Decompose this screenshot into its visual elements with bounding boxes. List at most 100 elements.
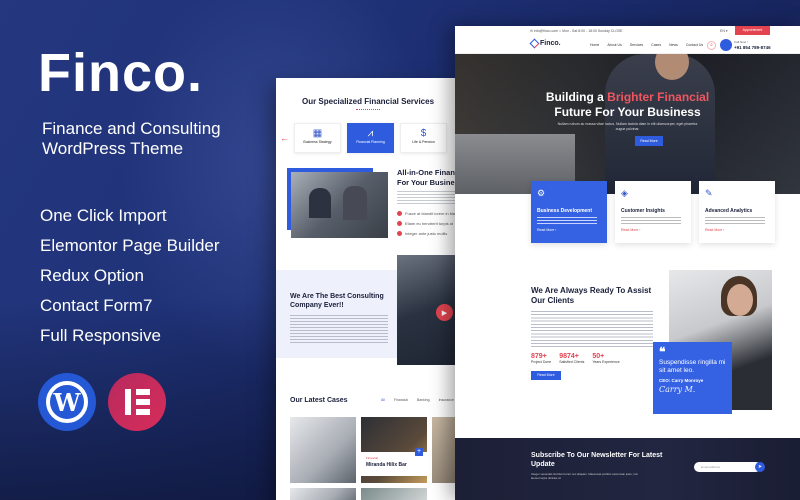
about-section: All-in-One Finan For Your Busines Fusce a… — [276, 163, 460, 258]
feature-item: Elemontor Page Builder — [40, 236, 220, 255]
nav-services[interactable]: Services — [630, 43, 643, 47]
newsletter-section: Subscribe To Our Newsletter For Latest U… — [455, 438, 800, 500]
check-icon — [397, 211, 402, 216]
site-logo[interactable]: Finco. — [529, 38, 561, 49]
stat-item: 50+ Years Experience — [592, 353, 620, 364]
services-title: Our Specialized Financial Services — [301, 97, 435, 106]
email-input[interactable]: Email address — [694, 462, 761, 472]
case-title: Miranda Hilix Bar — [366, 462, 407, 468]
elementor-icon — [108, 373, 166, 431]
wordpress-icon: W — [38, 373, 96, 431]
brand-title: Finco. — [38, 43, 203, 103]
nav-cases[interactable]: Cases — [651, 43, 661, 47]
strategy-icon: ▦ — [312, 128, 323, 139]
document-edit-icon: ✎ — [705, 188, 713, 198]
tab-all[interactable]: All — [381, 398, 385, 402]
stat-item: 9874+ Satisfied Clients — [559, 353, 585, 364]
about-text — [397, 191, 457, 205]
case-tabs: All Financial Banking Insurance — [381, 398, 454, 402]
service-card[interactable]: $ Life & Pension — [400, 123, 447, 153]
play-icon[interactable]: ▶ — [436, 304, 453, 321]
best-text — [290, 315, 388, 343]
best-title: We Are The Best Consulting Company Ever!… — [290, 293, 384, 309]
nav-about[interactable]: About Us — [607, 43, 621, 47]
feature-cards: ⚙ Business Development Read More › ◈ Cus… — [531, 181, 775, 243]
tab-banking[interactable]: Banking — [417, 398, 430, 402]
best-consulting-section: We Are The Best Consulting Company Ever!… — [276, 270, 397, 358]
hero-subtitle: Nullam rutrum ac massa vitae luctus. Nul… — [557, 122, 698, 131]
feature-card[interactable]: ✎ Advanced Analytics Read More › — [699, 181, 775, 243]
newsletter-title: Subscribe To Our Newsletter For Latest U… — [531, 452, 663, 468]
meeting-photo — [291, 172, 388, 238]
logo-icon — [529, 38, 540, 49]
quote-icon: ❝ — [659, 345, 666, 359]
feature-item: Contact Form7 — [40, 296, 153, 315]
signature: Carry M. — [659, 385, 696, 394]
case-photo[interactable] — [290, 488, 356, 500]
top-bar: ✉ info@finco.com ⌂ Mon - Sat 8:00 - 18:0… — [455, 26, 800, 37]
case-photo[interactable] — [290, 417, 356, 483]
feature-item: One Click Import — [40, 206, 167, 225]
hero-read-more-button[interactable]: Read More — [635, 136, 663, 146]
read-more-link[interactable]: Read More › — [537, 228, 601, 232]
newsletter-text: Integer venenatis tincidunt tortor nec a… — [531, 472, 638, 480]
plus-icon[interactable]: + — [415, 448, 423, 456]
check-item: Fusce at blandit lorem in blandit libero — [397, 211, 460, 216]
send-icon[interactable]: ➤ — [755, 462, 765, 472]
read-more-link[interactable]: Read More › — [621, 228, 685, 232]
assist-text — [531, 311, 653, 349]
feature-card[interactable]: ⚙ Business Development Read More › — [531, 181, 607, 243]
hand-coin-icon: $ — [420, 128, 427, 139]
inner-page-mockup: Our Specialized Financial Services ← ▦ Bu… — [276, 78, 460, 500]
home-page-mockup: ✉ info@finco.com ⌂ Mon - Sat 8:00 - 18:0… — [455, 26, 800, 500]
gear-icon: ⚙ — [537, 188, 546, 198]
nav-news[interactable]: News — [669, 43, 678, 47]
case-card[interactable]: + Financial Miranda Hilix Bar — [361, 448, 427, 476]
tagline: Finance and Consulting WordPress Theme — [42, 119, 282, 159]
nav-contact[interactable]: Contact Us — [686, 43, 703, 47]
language-select[interactable]: EN ▾ — [720, 29, 728, 33]
feature-item: Redux Option — [40, 266, 144, 285]
search-icon[interactable]: ⌕ — [707, 41, 716, 50]
assist-title: We Are Always Ready To Assist Our Client… — [531, 286, 652, 305]
feature-card[interactable]: ◈ Customer Insights Read More › — [615, 181, 691, 243]
stats: 879+ Project Done 9874+ Satisfied Clients … — [531, 353, 661, 364]
stat-item: 879+ Project Done — [531, 353, 552, 364]
tagline-line-1: Finance and Consulting — [42, 119, 221, 138]
case-photo[interactable] — [361, 488, 427, 500]
arrow-left-icon[interactable]: ← — [280, 133, 289, 143]
contact-info: ✉ info@finco.com ⌂ Mon - Sat 8:00 - 18:0… — [530, 29, 623, 33]
feature-item: Full Responsive — [40, 326, 161, 345]
check-icon — [397, 221, 402, 226]
plugin-logos: W — [38, 373, 166, 431]
tab-financial[interactable]: Financial — [394, 398, 408, 402]
testimonial-quote: ❝ Suspendisse ringilla mi sit amet leo. … — [653, 342, 732, 414]
nav-home[interactable]: Home — [590, 43, 599, 47]
phone-icon — [720, 39, 732, 51]
check-item: Etiam eu hendrerit turpis ut — [397, 221, 453, 226]
appointment-button[interactable]: Appointment — [735, 26, 770, 35]
tab-insurance[interactable]: Insurance — [439, 398, 454, 402]
main-nav: Finco. Home About Us Services Cases News… — [455, 37, 800, 54]
quote-author: CEO: Carry Monroye — [659, 378, 704, 383]
chart-icon: ⩘ — [367, 128, 374, 139]
diamond-icon: ◈ — [621, 188, 628, 198]
assist-section: We Are Always Ready To Assist Our Client… — [531, 286, 661, 380]
check-icon — [397, 231, 402, 236]
cases-title: Our Latest Cases — [290, 397, 348, 404]
tagline-line-2: WordPress Theme — [42, 139, 184, 158]
feature-list: One Click Import Elemontor Page Builder … — [40, 205, 220, 355]
quote-text: Suspendisse ringilla mi sit amet leo. — [659, 359, 726, 374]
hero-section: Building a Brighter Financial Future For … — [455, 54, 800, 194]
read-more-link[interactable]: Read More › — [705, 228, 769, 232]
about-title: All-in-One Finan For Your Busines — [397, 168, 459, 187]
case-category: Financial — [366, 456, 379, 460]
call-info: Call Now ! +91 854 789-8746 — [734, 40, 771, 50]
check-item: Integer ante justo mollis — [397, 231, 447, 236]
nav-menu: Home About Us Services Cases News Contac… — [590, 43, 703, 47]
title-divider — [356, 109, 380, 111]
assist-read-more-button[interactable]: Read More — [531, 371, 561, 380]
hero-title: Building a Brighter Financial Future For … — [545, 90, 710, 119]
service-card[interactable]: ▦ Business Strategy — [294, 123, 341, 153]
service-card-active[interactable]: ⩘ Financial Planning — [347, 123, 394, 153]
